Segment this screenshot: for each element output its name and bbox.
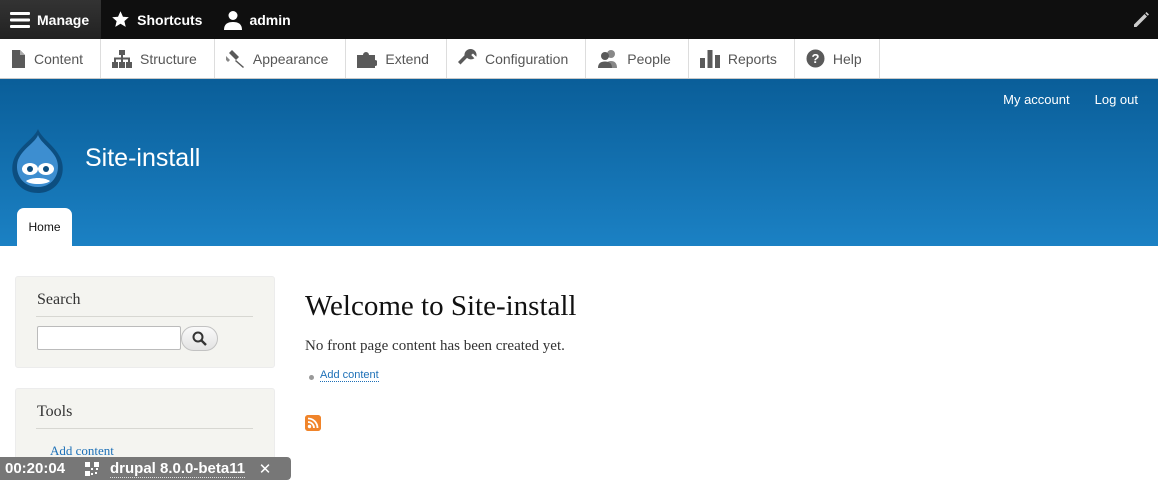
site-name[interactable]: Site-install <box>85 144 200 173</box>
menu-label: People <box>627 50 671 67</box>
paintbrush-icon <box>225 49 244 68</box>
tab-home[interactable]: Home <box>17 208 72 246</box>
star-icon <box>112 11 129 27</box>
timer-text: 00:20:04 <box>5 460 66 477</box>
user-label: admin <box>249 11 291 28</box>
help-icon: ? <box>806 49 825 68</box>
divider <box>36 316 253 317</box>
user-icon <box>224 10 243 30</box>
svg-text:?: ? <box>811 51 819 66</box>
secondary-menu: My account Log out <box>1003 92 1138 107</box>
wrench-icon <box>457 49 477 65</box>
tools-block-title: Tools <box>37 403 73 420</box>
intro-text: No front page content has been created y… <box>305 338 565 354</box>
site-header: My account Log out Site-install Home <box>0 79 1158 246</box>
menu-label: Reports <box>727 50 777 67</box>
page-icon <box>12 49 25 68</box>
qr-code-icon[interactable] <box>80 461 104 476</box>
shortcuts-tab[interactable]: Shortcuts <box>101 0 214 39</box>
search-button[interactable] <box>181 326 218 351</box>
edit-toggle[interactable] <box>1124 0 1158 39</box>
menu-label: Help <box>832 50 862 67</box>
search-icon <box>192 331 207 346</box>
bar-chart-icon <box>699 49 720 68</box>
version-label[interactable]: drupal 8.0.0-beta11 <box>110 460 246 478</box>
menu-item-people[interactable]: People <box>586 39 689 78</box>
rss-feed-icon[interactable] <box>305 415 321 431</box>
menu-item-appearance[interactable]: Appearance <box>215 39 347 78</box>
menu-label: Configuration <box>484 50 569 67</box>
manage-tab[interactable]: Manage <box>0 0 102 39</box>
user-tab[interactable]: admin <box>214 0 302 39</box>
menu-label: Extend <box>385 50 429 67</box>
recording-overlay: 00:20:04 drupal 8.0.0-beta11 ✕ <box>0 457 291 480</box>
hamburger-icon <box>10 11 30 28</box>
add-content-link[interactable]: Add content <box>320 369 379 382</box>
log-out-link[interactable]: Log out <box>1095 92 1138 107</box>
people-icon <box>598 50 618 68</box>
search-block: Search <box>15 276 275 368</box>
menu-item-extend[interactable]: Extend <box>346 39 447 78</box>
close-icon[interactable]: ✕ <box>258 460 272 478</box>
menu-label: Structure <box>140 50 197 67</box>
menu-item-configuration[interactable]: Configuration <box>447 39 587 78</box>
menu-item-structure[interactable]: Structure <box>101 39 215 78</box>
divider <box>36 428 253 429</box>
puzzle-icon <box>357 51 378 68</box>
list-bullet <box>309 375 314 380</box>
search-input[interactable] <box>37 326 181 350</box>
drupal-logo[interactable] <box>8 127 68 195</box>
search-block-title: Search <box>37 291 81 308</box>
menu-item-reports[interactable]: Reports <box>689 39 795 78</box>
menu-label: Appearance <box>252 50 329 67</box>
my-account-link[interactable]: My account <box>1003 92 1069 107</box>
shortcuts-label: Shortcuts <box>137 11 203 28</box>
menu-item-help[interactable]: ? Help <box>795 39 880 78</box>
toolbar-bar: Manage Shortcuts admin <box>0 0 1158 39</box>
pencil-icon <box>1134 11 1149 27</box>
manage-label: Manage <box>37 11 90 28</box>
admin-menu-tray: Content Structure Appearance Extend Conf… <box>0 39 1158 79</box>
sitemap-icon <box>112 49 133 68</box>
page-title: Welcome to Site-install <box>305 290 577 322</box>
menu-item-content[interactable]: Content <box>0 39 102 78</box>
menu-label: Content <box>34 50 84 67</box>
